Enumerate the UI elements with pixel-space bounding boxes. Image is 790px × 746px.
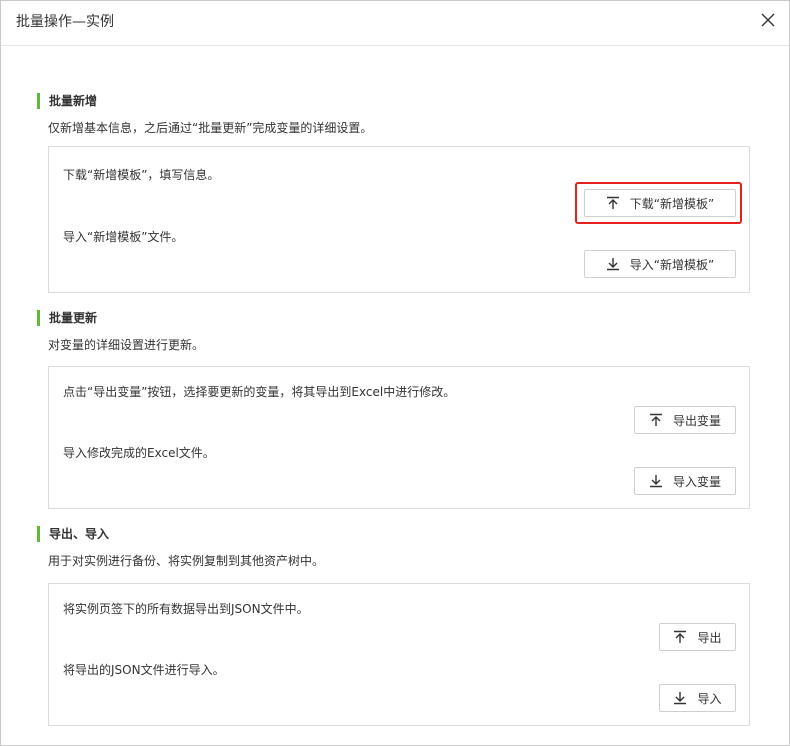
export-button[interactable]: 导出 xyxy=(659,623,736,651)
section-box-export-import: 将实例页签下的所有数据导出到JSON文件中。 导出 将导出的JSON文件进行导入… xyxy=(48,583,750,726)
section-desc-batch-update: 对变量的详细设置进行更新。 xyxy=(48,338,205,352)
section-title-batch-update: 批量更新 xyxy=(37,310,97,326)
export-variables-button[interactable]: 导出变量 xyxy=(634,406,736,434)
section-title-export-import: 导出、导入 xyxy=(37,526,109,542)
highlight-box xyxy=(575,182,742,224)
import-add-template-button[interactable]: 导入“新增模板” xyxy=(584,250,736,278)
import-button[interactable]: 导入 xyxy=(659,684,736,712)
button-label: 导入“新增模板” xyxy=(629,257,715,272)
upload-icon xyxy=(673,630,687,644)
button-label: 导出 xyxy=(697,630,722,645)
close-icon[interactable] xyxy=(759,11,777,29)
import-template-instruction: 导入“新增模板”文件。 xyxy=(63,230,184,244)
export-variables-instruction: 点击“导出变量”按钮，选择要更新的变量，将其导出到Excel中进行修改。 xyxy=(63,385,456,399)
dialog-title: 批量操作—实例 xyxy=(16,14,114,30)
import-variables-button[interactable]: 导入变量 xyxy=(634,467,736,495)
import-excel-instruction: 导入修改完成的Excel文件。 xyxy=(63,446,215,460)
download-icon xyxy=(673,691,687,705)
download-icon xyxy=(606,257,620,271)
import-json-instruction: 将导出的JSON文件进行导入。 xyxy=(63,663,225,677)
section-desc-batch-add: 仅新增基本信息，之后通过“批量更新”完成变量的详细设置。 xyxy=(48,121,373,135)
section-title-batch-add: 批量新增 xyxy=(37,93,97,109)
section-box-batch-update: 点击“导出变量”按钮，选择要更新的变量，将其导出到Excel中进行修改。 导出变… xyxy=(48,366,750,509)
export-json-instruction: 将实例页签下的所有数据导出到JSON文件中。 xyxy=(63,602,309,616)
batch-operation-dialog: 批量操作—实例 批量新增 仅新增基本信息，之后通过“批量更新”完成变量的详细设置… xyxy=(0,0,790,746)
download-template-instruction: 下载“新增模板”，填写信息。 xyxy=(63,168,220,182)
section-desc-export-import: 用于对实例进行备份、将实例复制到其他资产树中。 xyxy=(48,554,325,568)
download-icon xyxy=(649,474,663,488)
dialog-header: 批量操作—实例 xyxy=(1,1,789,46)
upload-icon xyxy=(649,413,663,427)
button-label: 导入 xyxy=(697,691,722,706)
button-label: 导入变量 xyxy=(672,474,721,489)
button-label: 导出变量 xyxy=(672,413,721,428)
